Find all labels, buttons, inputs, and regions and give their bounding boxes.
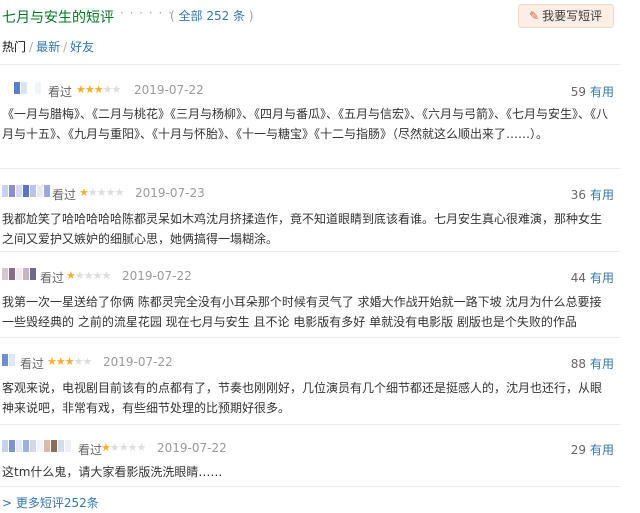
star-filled-icon: ★ bbox=[66, 269, 76, 282]
comment-text: 客观来说，电视剧目前该有的点都有了，节奏也刚刚好，几位演员有几个细节都还是挺感人… bbox=[2, 381, 603, 415]
vote-number: 29 bbox=[570, 443, 586, 457]
comment-date: 2019-07-22 bbox=[103, 355, 173, 369]
star-empty-icon: ★★ bbox=[73, 355, 93, 368]
star-empty-icon: ★★★★ bbox=[109, 441, 146, 454]
comment-text: 《一月与腊梅》、《二月与桃花》《三月与杨柳》、《四月与番瓜》、《五月与信宏》、《… bbox=[2, 107, 609, 141]
star-filled-icon: ★ bbox=[79, 186, 89, 199]
comment-date: 2019-07-23 bbox=[135, 186, 205, 200]
rating-stars-icon: ★★★★★ bbox=[47, 355, 93, 368]
vote-number: 88 bbox=[570, 357, 586, 371]
avatar[interactable] bbox=[2, 354, 15, 366]
watched-label: 看过 bbox=[78, 443, 103, 457]
section-title: 七月与安生的短评 bbox=[2, 10, 114, 26]
comment-item: 看过 ★★★★★ 2019-07-22 88 有用 客观来说，电视剧目前该有的点都… bbox=[0, 352, 620, 418]
comment-date: 2019-07-22 bbox=[122, 269, 192, 283]
vote-count: 88 有用 bbox=[571, 355, 614, 372]
divider bbox=[0, 64, 620, 65]
star-filled-icon: ★★★ bbox=[76, 83, 104, 96]
title-dots: · · · · · · bbox=[120, 6, 173, 20]
write-comment-label: 我要写短评 bbox=[542, 9, 603, 23]
comment-meta: 看过 ★★★★★ 2019-07-22 88 有用 bbox=[0, 352, 620, 372]
divider bbox=[0, 424, 620, 425]
useful-button[interactable]: 有用 bbox=[590, 188, 614, 202]
avatar[interactable] bbox=[2, 268, 36, 280]
watched-label: 看过 bbox=[52, 188, 77, 202]
useful-button[interactable]: 有用 bbox=[590, 357, 614, 371]
vote-count: 44 有用 bbox=[571, 269, 614, 286]
more-comments-link[interactable]: > 更多短评252条 bbox=[2, 494, 99, 511]
rating-stars-icon: ★★★★★ bbox=[76, 83, 122, 96]
vote-number: 59 bbox=[570, 85, 586, 99]
section-header: 七月与安生的短评 · · · · · · ( 全部 252 条 ) ✎ 我要写短评 bbox=[0, 0, 640, 34]
comment-item: 看过 ★★★★★ 2019-07-22 29 有用 这tm什么鬼，请大家看影版洗洗… bbox=[0, 438, 620, 482]
tab-friends[interactable]: 好友 bbox=[70, 40, 94, 54]
comment-meta: 看过 ★★★★★ 2019-07-22 59 有用 bbox=[0, 80, 620, 100]
watched-label: 看过 bbox=[20, 357, 45, 371]
divider bbox=[0, 337, 620, 338]
avatar[interactable] bbox=[2, 440, 71, 452]
useful-button[interactable]: 有用 bbox=[590, 443, 614, 457]
count-paren-open: ( bbox=[170, 9, 179, 23]
comment-text: 我第一次一星送给了你俩 陈都灵完全没有小耳朵那个时候有灵气了 求婚大作战开始就一… bbox=[2, 295, 602, 329]
useful-button[interactable]: 有用 bbox=[590, 85, 614, 99]
comment-item: 看过 ★★★★★ 2019-07-22 59 有用 《一月与腊梅》、《二月与桃花》… bbox=[0, 80, 620, 144]
comment-count: ( 全部 252 条 ) bbox=[170, 7, 254, 24]
star-empty-icon: ★★★★ bbox=[74, 269, 111, 282]
comment-date: 2019-07-22 bbox=[134, 83, 204, 97]
useful-button[interactable]: 有用 bbox=[590, 271, 614, 285]
vote-count: 29 有用 bbox=[571, 441, 614, 458]
star-filled-icon: ★★★ bbox=[47, 355, 75, 368]
vote-count: 36 有用 bbox=[571, 186, 614, 203]
comment-meta: 看过 ★★★★★ 2019-07-23 36 有用 bbox=[0, 183, 620, 203]
comment-meta: 看过 ★★★★★ 2019-07-22 29 有用 bbox=[0, 438, 620, 458]
avatar[interactable] bbox=[2, 185, 50, 197]
watched-label: 看过 bbox=[40, 271, 65, 285]
vote-count: 59 有用 bbox=[571, 83, 614, 100]
rating-stars-icon: ★★★★★ bbox=[66, 269, 111, 282]
comment-meta: 看过 ★★★★★ 2019-07-22 44 有用 bbox=[0, 266, 620, 286]
tab-hot[interactable]: 热门 bbox=[2, 40, 26, 54]
divider bbox=[0, 168, 620, 169]
sort-tabs: 热门 / 最新 / 好友 bbox=[2, 38, 94, 55]
pencil-icon: ✎ bbox=[529, 9, 540, 23]
tab-separator: / bbox=[29, 40, 34, 54]
star-filled-icon: ★ bbox=[101, 441, 111, 454]
rating-stars-icon: ★★★★★ bbox=[101, 441, 146, 454]
comment-item: 看过 ★★★★★ 2019-07-22 44 有用 我第一次一星送给了你俩 陈都灵… bbox=[0, 266, 620, 332]
divider bbox=[0, 486, 620, 487]
count-paren-close: ) bbox=[245, 9, 254, 23]
all-comments-link[interactable]: 全部 252 条 bbox=[179, 9, 246, 23]
vote-number: 36 bbox=[570, 188, 586, 202]
write-comment-button[interactable]: ✎ 我要写短评 bbox=[518, 4, 614, 28]
tab-separator: / bbox=[63, 40, 68, 54]
vote-number: 44 bbox=[570, 271, 586, 285]
comment-item: 看过 ★★★★★ 2019-07-23 36 有用 我都尬笑了哈哈哈哈哈陈都灵呆如… bbox=[0, 183, 620, 249]
comment-text: 我都尬笑了哈哈哈哈哈陈都灵呆如木鸡沈月挤揉造作，竟不知道眼睛到底该看谁。七月安生… bbox=[2, 212, 603, 246]
comment-date: 2019-07-22 bbox=[157, 441, 227, 455]
divider bbox=[0, 251, 620, 252]
tab-latest[interactable]: 最新 bbox=[36, 40, 60, 54]
comment-text: 这tm什么鬼，请大家看影版洗洗眼睛…… bbox=[2, 465, 223, 479]
rating-stars-icon: ★★★★★ bbox=[79, 186, 124, 199]
avatar[interactable] bbox=[14, 82, 41, 94]
watched-label: 看过 bbox=[48, 85, 73, 99]
star-empty-icon: ★★★★ bbox=[87, 186, 124, 199]
star-empty-icon: ★★ bbox=[102, 83, 122, 96]
